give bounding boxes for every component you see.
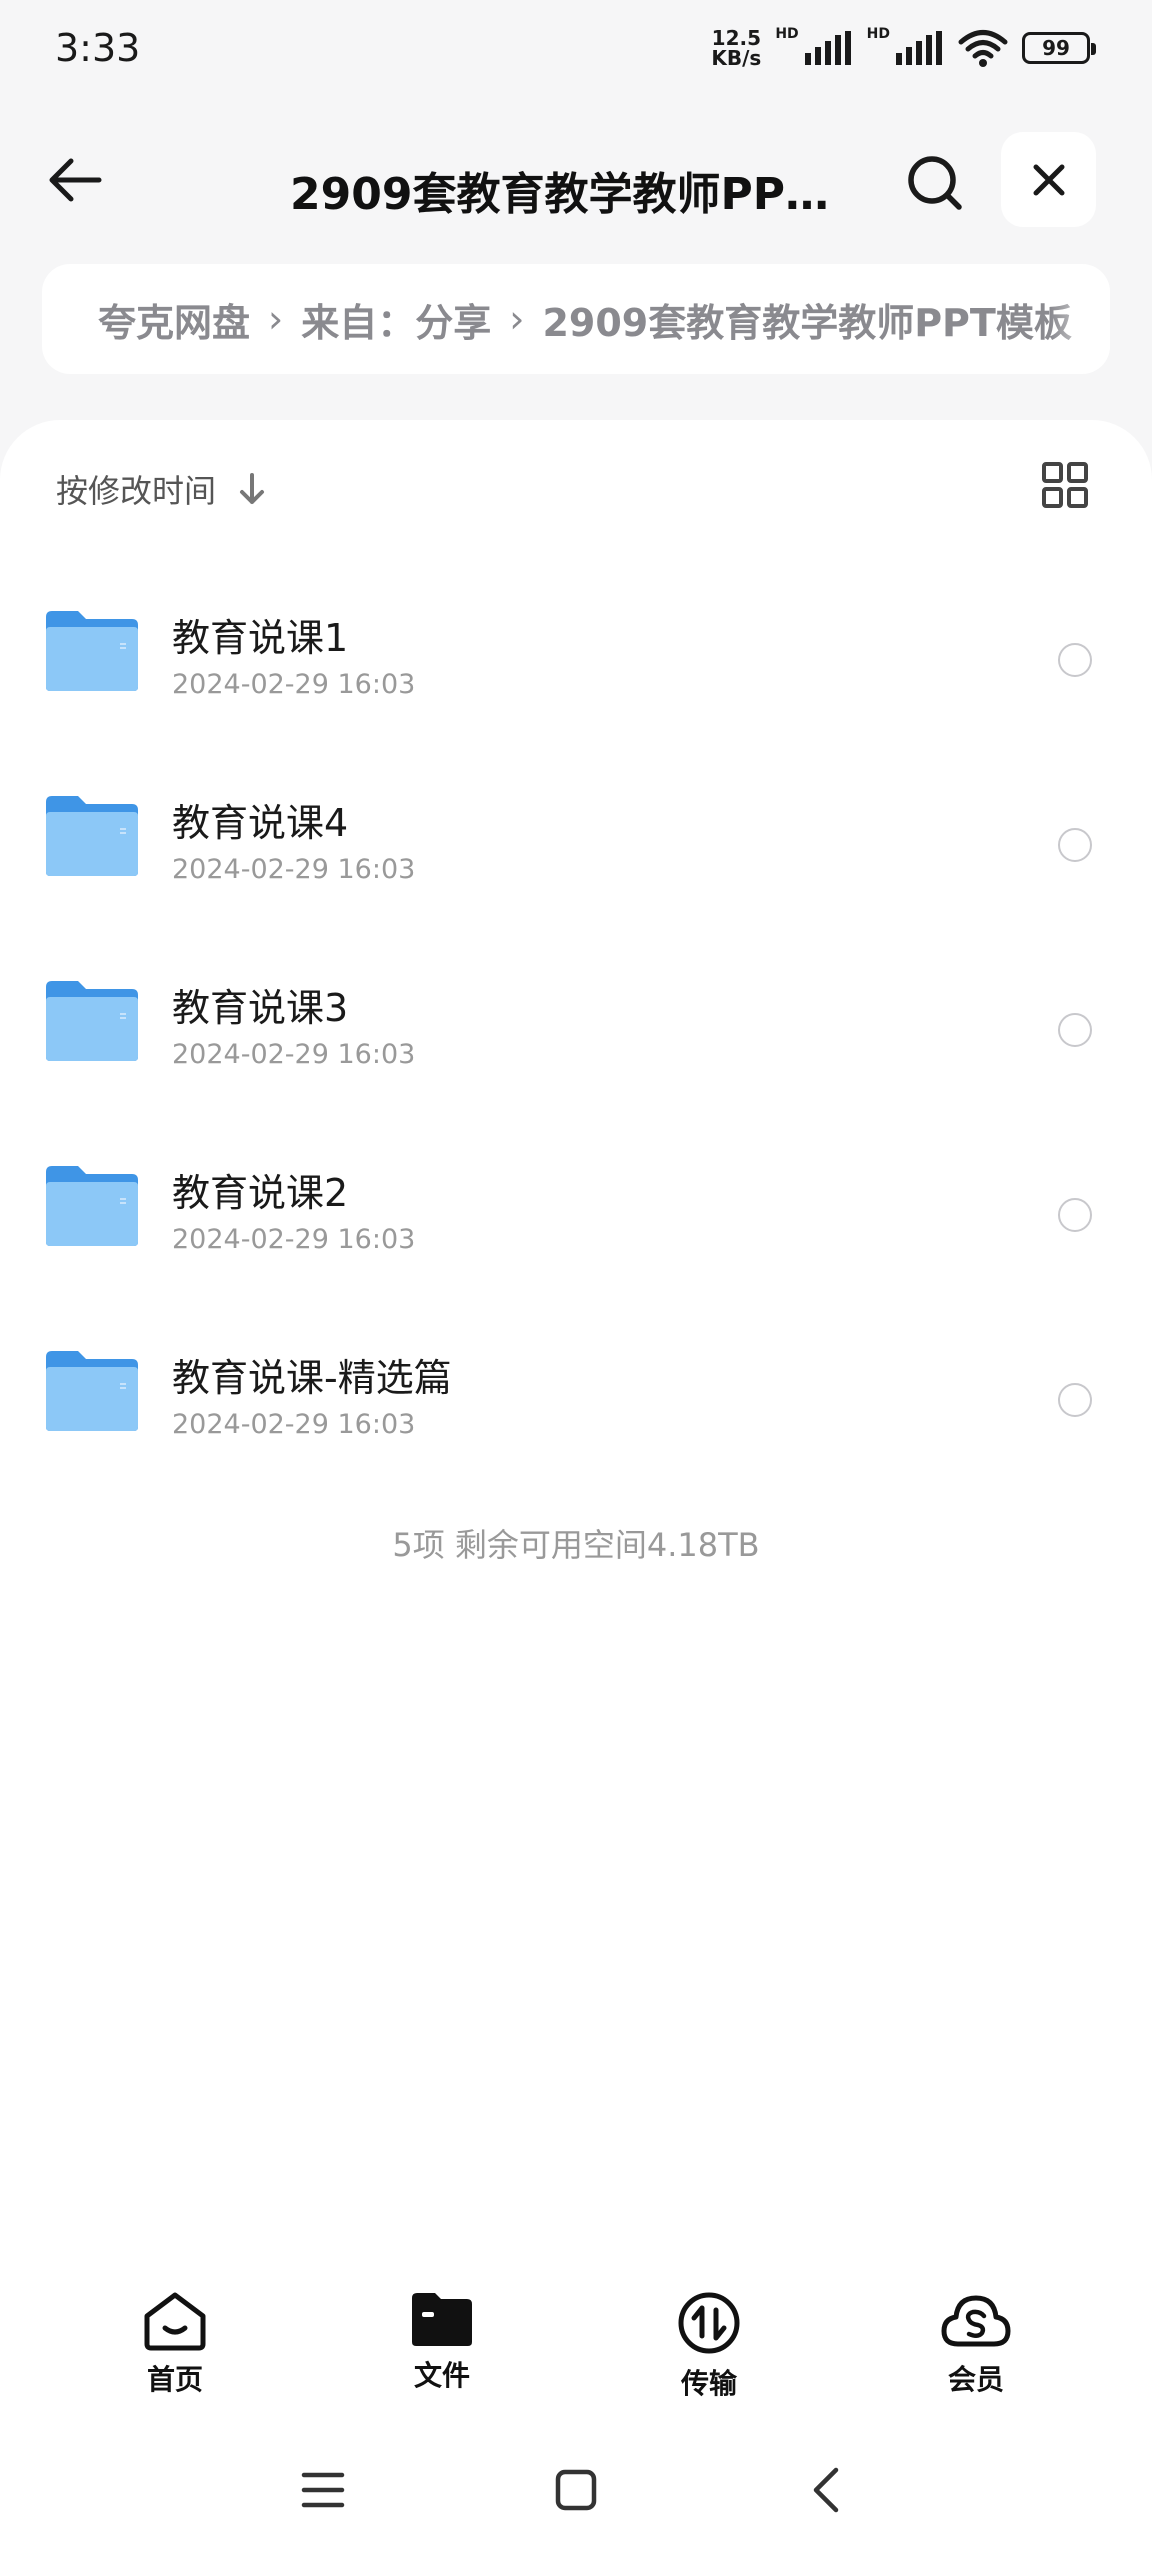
bottom-nav: 首页 文件 传输 会员 [0,2290,1152,2420]
square-icon [555,2469,597,2511]
header: 2909套教育教学教师PPT… [0,130,1152,230]
folder-filled-icon [412,2293,472,2346]
back-button[interactable] [40,150,110,210]
system-nav-bar [0,2450,1152,2530]
select-checkbox[interactable] [1058,828,1092,862]
file-date: 2024-02-29 16:03 [172,1224,416,1255]
list-item[interactable]: 教育说课-精选篇 2024-02-29 16:03 [0,1305,1152,1490]
file-list: 教育说课1 2024-02-29 16:03 教育说课4 2024-02-29 … [0,565,1152,1490]
arrow-left-icon [49,158,102,202]
chevron-left-icon [813,2467,839,2513]
file-name: 教育说课-精选篇 [172,1356,452,1400]
select-checkbox[interactable] [1058,643,1092,677]
status-bar: 3:33 12.5 KB/s HD HD 99 [0,0,1152,100]
select-checkbox[interactable] [1058,1013,1092,1047]
folder-icon [46,981,138,1061]
file-date: 2024-02-29 16:03 [172,1409,416,1440]
file-date: 2024-02-29 16:03 [172,854,416,885]
file-panel: 按修改时间 教育说课1 2024-02-29 16:03 教育说课4 2024-… [0,420,1152,2560]
grid-icon [1042,462,1088,508]
list-item[interactable]: 教育说课4 2024-02-29 16:03 [0,750,1152,935]
breadcrumb-item-current[interactable]: 2909套教育教学教师PPT模板 [542,292,1071,347]
list-item[interactable]: 教育说课2 2024-02-29 16:03 [0,1120,1152,1305]
breadcrumb-item-root[interactable]: 夸克网盘 [98,292,250,347]
file-date: 2024-02-29 16:03 [172,669,416,700]
select-checkbox[interactable] [1058,1198,1092,1232]
close-icon [1033,164,1064,195]
network-speed-value: 12.5 [711,26,762,50]
hd-badge-2: HD [866,26,890,42]
nav-item-home[interactable]: 首页 [100,2290,250,2398]
nav-label-files: 文件 [413,2359,470,2392]
folder-icon [46,611,138,691]
transfer-icon [678,2292,740,2354]
breadcrumb-separator: › [509,297,525,341]
select-checkbox[interactable] [1058,1383,1092,1417]
folder-icon [46,1351,138,1431]
hd-badge-1: HD [775,26,799,42]
nav-label-home: 首页 [146,2363,203,2396]
nav-item-files[interactable]: 文件 [367,2290,517,2394]
file-date: 2024-02-29 16:03 [172,1039,416,1070]
close-button[interactable] [1001,132,1096,227]
folder-icon [46,796,138,876]
nav-label-member: 会员 [947,2363,1004,2396]
file-name: 教育说课1 [172,616,349,660]
wifi-icon [958,30,1008,67]
back-system-button[interactable] [796,2460,856,2520]
nav-label-transfer: 传输 [680,2367,737,2400]
home-icon [144,2292,206,2351]
home-system-button[interactable] [546,2460,606,2520]
menu-button[interactable] [293,2460,353,2520]
page-title: 2909套教育教学教师PPT… [290,169,850,220]
network-speed: 12.5 KB/s [711,28,761,68]
sort-label: 按修改时间 [56,472,217,510]
cloud-member-icon [941,2295,1011,2347]
search-button[interactable] [900,148,970,218]
list-item[interactable]: 教育说课3 2024-02-29 16:03 [0,935,1152,1120]
menu-icon [301,2472,345,2508]
search-icon [908,156,962,210]
signal-icon-2 [896,31,942,65]
file-name: 教育说课3 [172,986,349,1030]
breadcrumb-item-share[interactable]: 来自：分享 [301,292,491,347]
arrow-down-icon [240,473,265,504]
screen: 3:33 12.5 KB/s HD HD 99 2909套教育教学教师PPT… … [0,0,1152,2560]
nav-item-transfer[interactable]: 传输 [634,2290,784,2402]
network-speed-unit: KB/s [711,46,762,70]
breadcrumb-separator: › [268,297,284,341]
nav-item-member[interactable]: 会员 [901,2290,1051,2398]
sort-control[interactable]: 按修改时间 [56,466,266,512]
status-time: 3:33 [55,26,141,70]
file-name: 教育说课4 [172,801,349,845]
battery-indicator: 99 [1022,32,1096,64]
grid-view-button[interactable] [1040,460,1090,510]
breadcrumb: 夸克网盘 › 来自：分享 › 2909套教育教学教师PPT模板 [42,264,1110,374]
signal-icon-1 [804,31,851,65]
storage-summary: 5项 剩余可用空间4.18TB [392,1526,760,1564]
folder-icon [46,1166,138,1246]
file-name: 教育说课2 [172,1171,349,1215]
list-item[interactable]: 教育说课1 2024-02-29 16:03 [0,565,1152,750]
status-icons: 12.5 KB/s HD HD 99 [711,26,1096,68]
